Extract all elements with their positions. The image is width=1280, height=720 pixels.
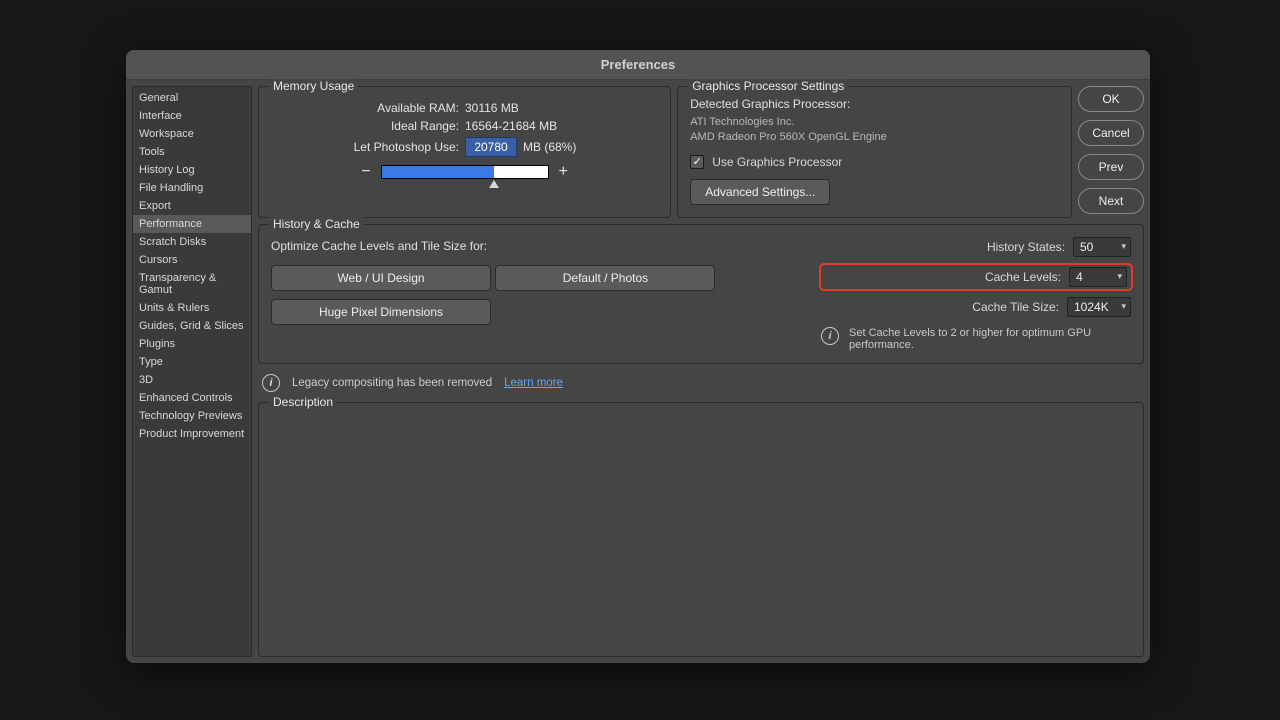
ideal-range-value: 16564-21684 MB bbox=[465, 119, 557, 133]
cache-levels-select[interactable]: 4▾ bbox=[1069, 267, 1127, 287]
optimize-label: Optimize Cache Levels and Tile Size for: bbox=[271, 239, 801, 253]
memory-input[interactable] bbox=[465, 137, 517, 157]
sidebar-item-workspace[interactable]: Workspace bbox=[133, 125, 251, 143]
memory-slider-thumb[interactable] bbox=[489, 180, 499, 188]
memory-slider-fill bbox=[382, 166, 495, 178]
let-use-label: Let Photoshop Use: bbox=[271, 140, 459, 154]
gpu-settings-group: Graphics Processor Settings Detected Gra… bbox=[677, 86, 1072, 218]
cancel-button[interactable]: Cancel bbox=[1078, 120, 1144, 146]
chevron-down-icon: ▾ bbox=[1121, 241, 1126, 252]
memory-slider[interactable] bbox=[381, 165, 549, 179]
cache-info-text: Set Cache Levels to 2 or higher for opti… bbox=[849, 327, 1131, 351]
cache-presets: Optimize Cache Levels and Tile Size for:… bbox=[271, 235, 801, 351]
sidebar-item-3d[interactable]: 3D bbox=[133, 371, 251, 389]
slider-decrease-icon[interactable]: − bbox=[361, 163, 370, 181]
prev-button[interactable]: Prev bbox=[1078, 154, 1144, 180]
sidebar-item-type[interactable]: Type bbox=[133, 353, 251, 371]
chevron-down-icon: ▾ bbox=[1117, 271, 1122, 282]
sidebar-item-tools[interactable]: Tools bbox=[133, 143, 251, 161]
cache-levels-highlight: Cache Levels: 4▾ bbox=[821, 265, 1131, 289]
legacy-notice: i Legacy compositing has been removed Le… bbox=[258, 370, 1144, 396]
available-ram-label: Available RAM: bbox=[271, 101, 459, 115]
sidebar-item-export[interactable]: Export bbox=[133, 197, 251, 215]
learn-more-link[interactable]: Learn more bbox=[504, 377, 563, 389]
chevron-down-icon: ▾ bbox=[1121, 301, 1126, 312]
preferences-window: Preferences GeneralInterfaceWorkspaceToo… bbox=[126, 50, 1150, 663]
window-title: Preferences bbox=[601, 57, 675, 72]
cache-tile-label: Cache Tile Size: bbox=[972, 300, 1059, 314]
dialog-actions: OK Cancel Prev Next bbox=[1078, 86, 1144, 218]
category-sidebar: GeneralInterfaceWorkspaceToolsHistory Lo… bbox=[132, 86, 252, 657]
memory-suffix: MB (68%) bbox=[523, 140, 576, 154]
use-gpu-label: Use Graphics Processor bbox=[712, 155, 842, 169]
sidebar-item-cursors[interactable]: Cursors bbox=[133, 251, 251, 269]
main-panel: Memory Usage Available RAM:30116 MB Idea… bbox=[258, 86, 1144, 657]
legacy-text: Legacy compositing has been removed bbox=[292, 377, 492, 389]
sidebar-item-plugins[interactable]: Plugins bbox=[133, 335, 251, 353]
sidebar-item-transparency-gamut[interactable]: Transparency & Gamut bbox=[133, 269, 251, 299]
history-cache-title: History & Cache bbox=[269, 217, 364, 231]
memory-usage-group: Memory Usage Available RAM:30116 MB Idea… bbox=[258, 86, 671, 218]
gpu-device: AMD Radeon Pro 560X OpenGL Engine bbox=[690, 130, 1059, 145]
info-icon: i bbox=[262, 374, 280, 392]
gpu-vendor: ATI Technologies Inc. bbox=[690, 115, 1059, 130]
history-states-label: History States: bbox=[987, 240, 1065, 254]
info-icon: i bbox=[821, 327, 839, 345]
description-group: Description bbox=[258, 402, 1144, 657]
top-row: Memory Usage Available RAM:30116 MB Idea… bbox=[258, 86, 1144, 218]
ideal-range-label: Ideal Range: bbox=[271, 119, 459, 133]
preset-default-button[interactable]: Default / Photos bbox=[495, 265, 715, 291]
window-titlebar: Preferences bbox=[126, 50, 1150, 80]
sidebar-item-interface[interactable]: Interface bbox=[133, 107, 251, 125]
sidebar-item-guides-grid-slices[interactable]: Guides, Grid & Slices bbox=[133, 317, 251, 335]
sidebar-item-file-handling[interactable]: File Handling bbox=[133, 179, 251, 197]
next-button[interactable]: Next bbox=[1078, 188, 1144, 214]
sidebar-item-history-log[interactable]: History Log bbox=[133, 161, 251, 179]
slider-increase-icon[interactable]: + bbox=[559, 163, 568, 181]
sidebar-item-enhanced-controls[interactable]: Enhanced Controls bbox=[133, 389, 251, 407]
window-body: GeneralInterfaceWorkspaceToolsHistory Lo… bbox=[126, 80, 1150, 663]
sidebar-item-scratch-disks[interactable]: Scratch Disks bbox=[133, 233, 251, 251]
description-title: Description bbox=[269, 395, 337, 409]
advanced-settings-button[interactable]: Advanced Settings... bbox=[690, 179, 830, 205]
detected-gpu-label: Detected Graphics Processor: bbox=[690, 97, 1059, 111]
gpu-settings-title: Graphics Processor Settings bbox=[688, 79, 848, 93]
history-cache-group: History & Cache Optimize Cache Levels an… bbox=[258, 224, 1144, 364]
available-ram-value: 30116 MB bbox=[465, 101, 519, 115]
cache-values: History States: 50▾ Cache Levels: 4▾ Cac… bbox=[821, 235, 1131, 351]
sidebar-item-performance[interactable]: Performance bbox=[133, 215, 251, 233]
ok-button[interactable]: OK bbox=[1078, 86, 1144, 112]
sidebar-item-units-rulers[interactable]: Units & Rulers bbox=[133, 299, 251, 317]
preset-web-ui-button[interactable]: Web / UI Design bbox=[271, 265, 491, 291]
sidebar-item-technology-previews[interactable]: Technology Previews bbox=[133, 407, 251, 425]
sidebar-item-product-improvement[interactable]: Product Improvement bbox=[133, 425, 251, 443]
sidebar-item-general[interactable]: General bbox=[133, 89, 251, 107]
cache-tile-select[interactable]: 1024K▾ bbox=[1067, 297, 1131, 317]
preset-huge-button[interactable]: Huge Pixel Dimensions bbox=[271, 299, 491, 325]
cache-levels-label: Cache Levels: bbox=[985, 270, 1061, 284]
memory-usage-title: Memory Usage bbox=[269, 79, 358, 93]
use-gpu-checkbox[interactable]: ✓ bbox=[690, 155, 704, 169]
history-states-select[interactable]: 50▾ bbox=[1073, 237, 1131, 257]
